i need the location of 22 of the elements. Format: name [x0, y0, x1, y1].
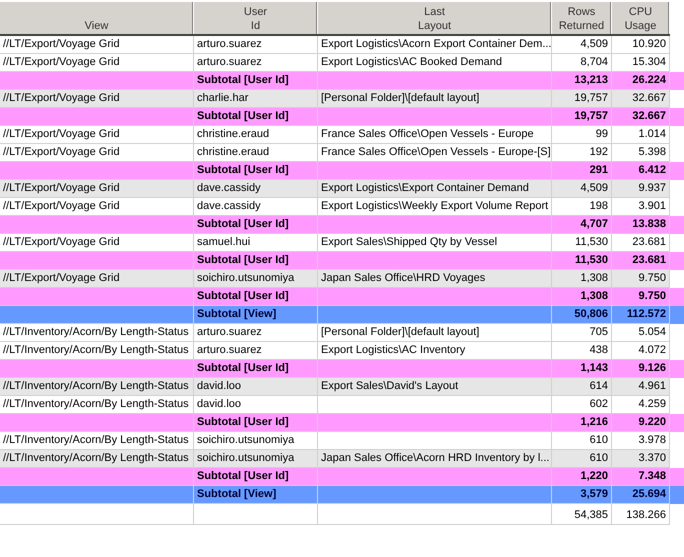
table-row[interactable]: //LT/Inventory/Acorn/By Length-Status david.loo 602 4.259 — [0, 396, 670, 414]
column-header[interactable]: CPU Usage — [612, 2, 670, 34]
column-header[interactable]: View — [0, 2, 194, 34]
grand-total-cell: 138.266 — [612, 504, 670, 525]
column-header[interactable]: User Id — [194, 2, 318, 34]
table-row[interactable]: //LT/Export/Voyage Grid charlie.har [Personal Folder]\[default layout] 19,757 32.667 — [0, 90, 670, 108]
table-row[interactable]: //LT/Inventory/Acorn/By Length-Status arturo.suarez [Personal Folder]\[default layout] 705 5.054 — [0, 324, 670, 342]
column-header[interactable]: Last Layout — [318, 2, 552, 34]
table-row[interactable]: //LT/Inventory/Acorn/By Length-Status soichiro.utsunomiya Japan Sales Office\Acorn HRD Inventory by l... 610 3.370 — [0, 450, 670, 468]
table-row[interactable]: //LT/Export/Voyage Grid christine.eraud France Sales Office\Open Vessels - Europe 99 1.014 — [0, 126, 670, 144]
column-header[interactable]: Rows Returned — [552, 2, 612, 34]
table-row[interactable]: //LT/Export/Voyage Grid dave.cassidy Export Logistics\Export Container Demand 4,509 9.937 — [0, 180, 670, 198]
table-row[interactable]: //LT/Inventory/Acorn/By Length-Status arturo.suarez Export Logistics\AC Inventory 438 4.072 — [0, 342, 670, 360]
table-row[interactable]: //LT/Export/Voyage Grid dave.cassidy Export Logistics\Weekly Export Volume Report 198 3.901 — [0, 198, 670, 216]
table-row[interactable]: //LT/Export/Voyage Grid soichiro.utsunomiya Japan Sales Office\HRD Voyages 1,308 9.750 — [0, 270, 670, 288]
table-row[interactable]: //LT/Export/Voyage Grid christine.eraud France Sales Office\Open Vessels - Europe-[S] 192 5.398 — [0, 144, 670, 162]
table-row[interactable]: //LT/Inventory/Acorn/By Length-Status soichiro.utsunomiya 610 3.978 — [0, 432, 670, 450]
table-row[interactable]: //LT/Export/Voyage Grid arturo.suarez Export Logistics\Acorn Export Container Dem... 4,509 10.920 — [0, 36, 670, 54]
table-row[interactable]: //LT/Inventory/Acorn/By Length-Status david.loo Export Sales\David's Layout 614 4.961 — [0, 378, 670, 396]
grand-total-cell: 54,385 — [552, 504, 612, 525]
table-row[interactable]: //LT/Export/Voyage Grid samuel.hui Export Sales\Shipped Qty by Vessel 11,530 23.681 — [0, 234, 670, 252]
table-row[interactable]: //LT/Export/Voyage Grid arturo.suarez Export Logistics\AC Booked Demand 8,704 15.304 — [0, 54, 670, 72]
